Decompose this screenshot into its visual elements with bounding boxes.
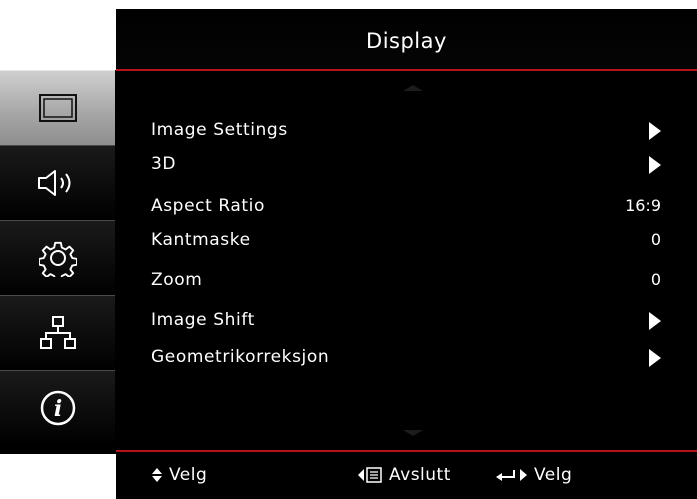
menu-item-geometrikorreksjon[interactable]: Geometrikorreksjon [151,347,661,381]
network-icon [39,316,76,349]
submenu-arrow-icon [649,122,661,140]
enter-icon [496,469,527,481]
menu-item-image-shift[interactable]: Image Shift [151,310,661,344]
menu-item-value: 0 [650,270,661,289]
footer-hints: Velg Avslutt Velg [116,465,697,495]
menu-item-label: Zoom [151,270,203,290]
page-title: Display [366,29,447,53]
hint-enter-label: Velg [534,465,573,485]
scroll-up-icon [403,85,423,91]
gear-icon [38,241,77,277]
hint-exit: Avslutt [357,465,451,485]
menu-back-icon [358,467,382,483]
up-down-arrow-icon [152,468,162,482]
svg-text:i: i [53,396,61,422]
menu-item-label: Geometrikorreksjon [151,347,330,367]
menu-item-3d[interactable]: 3D [151,154,661,188]
menu-item-label: Image Shift [151,310,255,330]
speaker-icon [37,170,70,196]
menu-item-kantmaske[interactable]: Kantmaske 0 [151,230,661,264]
menu-item-label: Aspect Ratio [151,196,265,216]
hint-select-label: Velg [169,465,208,485]
info-icon: i [40,390,75,426]
sidebar-item-info[interactable]: i [0,370,115,445]
submenu-arrow-icon [649,156,661,174]
submenu-arrow-icon [649,349,661,367]
menu-item-label: Kantmaske [151,230,251,250]
submenu-arrow-icon [649,312,661,330]
display-icon [38,94,77,122]
footer-divider [116,450,697,452]
sidebar-item-network[interactable] [0,295,115,370]
menu-item-zoom[interactable]: Zoom 0 [151,270,661,304]
title-bar: Display [116,9,697,70]
hint-select: Velg [151,465,207,485]
sidebar-item-setup[interactable] [0,220,115,295]
sidebar: i [0,70,116,454]
scroll-down-icon [403,430,423,436]
menu-item-label: 3D [151,154,177,174]
menu-item-image-settings[interactable]: Image Settings [151,120,661,154]
hint-exit-label: Avslutt [389,465,451,485]
hint-enter: Velg [494,465,572,485]
sidebar-item-display[interactable] [0,70,115,145]
sidebar-item-audio[interactable] [0,145,115,220]
menu-item-value: 16:9 [625,196,661,215]
menu-item-aspect-ratio[interactable]: Aspect Ratio 16:9 [151,196,661,230]
menu-item-label: Image Settings [151,120,288,140]
title-divider [116,69,697,71]
menu-panel: Display Image Settings 3D Aspect Ratio 1… [116,9,697,499]
menu-item-value: 0 [650,230,661,249]
